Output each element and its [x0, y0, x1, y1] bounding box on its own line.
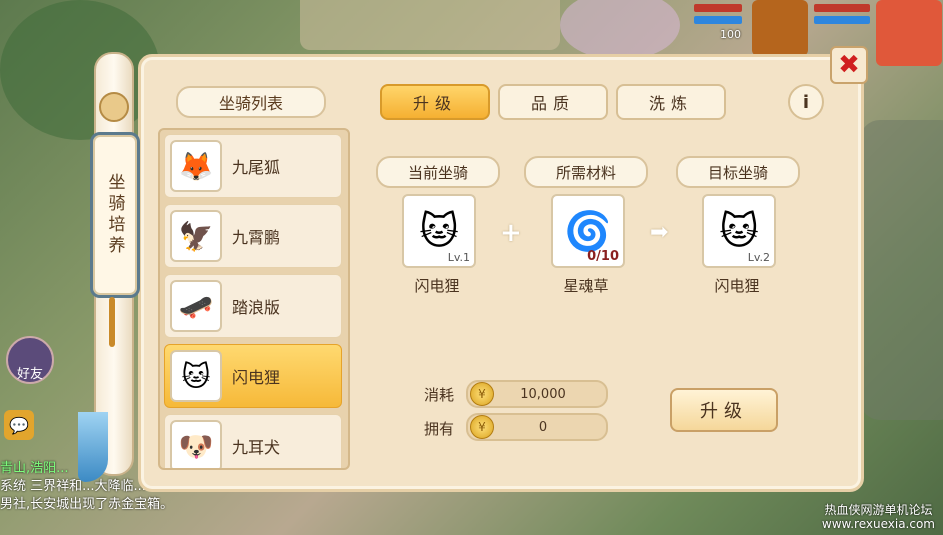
material-name: 星魂草: [563, 277, 609, 295]
target-mount-label: 目标坐骑: [676, 156, 800, 188]
plus-icon: +: [500, 218, 522, 248]
mount-name: 九霄鹏: [232, 228, 281, 247]
target-level: Lv.2: [747, 251, 770, 264]
player-mp-bar: [814, 16, 870, 24]
scene-character: [560, 0, 680, 60]
mount-list-item[interactable]: 🐶 九耳犬: [164, 414, 342, 468]
side-scroll: 坐骑培养: [78, 52, 140, 482]
scene-ground: [860, 120, 943, 420]
material-label: 所需材料: [524, 156, 648, 188]
mount-name: 踏浪版: [232, 298, 281, 317]
chat-line: 男社,长安城出现了赤金宝箱。: [0, 497, 174, 512]
close-button[interactable]: ✖: [830, 46, 868, 84]
watermark-url: www.rexuexia.com: [821, 517, 935, 531]
lightning-cat-icon: 🐱: [170, 350, 222, 402]
mount-list-header: 坐骑列表: [176, 86, 326, 118]
fox-icon: 🦊: [170, 140, 222, 192]
current-mount-slot[interactable]: 🐱 Lv.1: [402, 194, 476, 268]
board-icon: 🛹: [170, 280, 222, 332]
tassel-icon: [109, 297, 115, 347]
party-member-avatar[interactable]: [752, 0, 808, 56]
coin-icon: ¥: [470, 382, 494, 406]
cost-bar: ¥ 10,000: [466, 380, 608, 408]
party-hp-bar: [694, 4, 742, 12]
scene-building: [300, 0, 560, 50]
cost-value: 10,000: [520, 386, 566, 402]
dog-icon: 🐶: [170, 420, 222, 468]
scroll-medal-icon: [99, 92, 129, 122]
side-title: 坐骑培养: [90, 132, 140, 298]
friend-button[interactable]: 好友: [6, 336, 54, 384]
target-mount-slot[interactable]: 🐱 Lv.2: [702, 194, 776, 268]
arrow-right-icon: ➡: [650, 220, 669, 245]
material-count: 0/10: [587, 249, 619, 264]
mount-name: 闪电狸: [232, 368, 281, 387]
owned-label: 拥有: [424, 420, 455, 438]
target-mount-name: 闪电狸: [714, 277, 760, 295]
info-button[interactable]: i: [788, 84, 824, 120]
owned-value: 0: [538, 419, 548, 435]
player-avatar[interactable]: [876, 0, 942, 66]
upgrade-button[interactable]: 升级: [670, 388, 778, 432]
owned-bar: ¥ 0: [466, 413, 608, 441]
scene-tree: [0, 0, 160, 140]
mount-list-item[interactable]: 🛹 踏浪版: [164, 274, 342, 338]
tab-upgrade[interactable]: 升级: [380, 84, 490, 120]
chat-icon[interactable]: 💬: [4, 410, 34, 440]
tab-quality[interactable]: 品质: [498, 84, 608, 120]
party-hp-value: 100: [720, 28, 741, 41]
cost-label: 消耗: [424, 386, 455, 404]
mount-list-item-selected[interactable]: 🐱 闪电狸: [164, 344, 342, 408]
current-mount-name: 闪电狸: [414, 277, 460, 295]
material-slot[interactable]: 🌀 0/10: [551, 194, 625, 268]
coin-icon: ¥: [470, 415, 494, 439]
mount-name: 九耳犬: [232, 438, 281, 457]
current-level: Lv.1: [447, 251, 470, 264]
party-mp-bar: [694, 16, 742, 24]
lightning-cat-icon: 🐱: [419, 209, 459, 253]
ribbon-icon: [78, 412, 108, 482]
friend-label: 好友: [16, 367, 43, 382]
player-hp-bar: [814, 4, 870, 12]
star-soul-herb-icon: 🌀: [564, 208, 612, 253]
watermark: 热血侠网游单机论坛 www.rexuexia.com: [822, 503, 935, 531]
mount-name: 九尾狐: [232, 158, 281, 177]
watermark-title: 热血侠网游单机论坛: [824, 503, 933, 517]
tab-refine[interactable]: 洗炼: [616, 84, 726, 120]
mount-list[interactable]: 🦊 九尾狐 🦅 九霄鹏 🛹 踏浪版 🐱 闪电狸 🐶 九耳犬: [158, 128, 350, 470]
current-mount-label: 当前坐骑: [376, 156, 500, 188]
mount-list-item[interactable]: 🦅 九霄鹏: [164, 204, 342, 268]
roc-icon: 🦅: [170, 210, 222, 262]
lightning-cat-icon: 🐱: [719, 209, 759, 253]
mount-list-item[interactable]: 🦊 九尾狐: [164, 134, 342, 198]
